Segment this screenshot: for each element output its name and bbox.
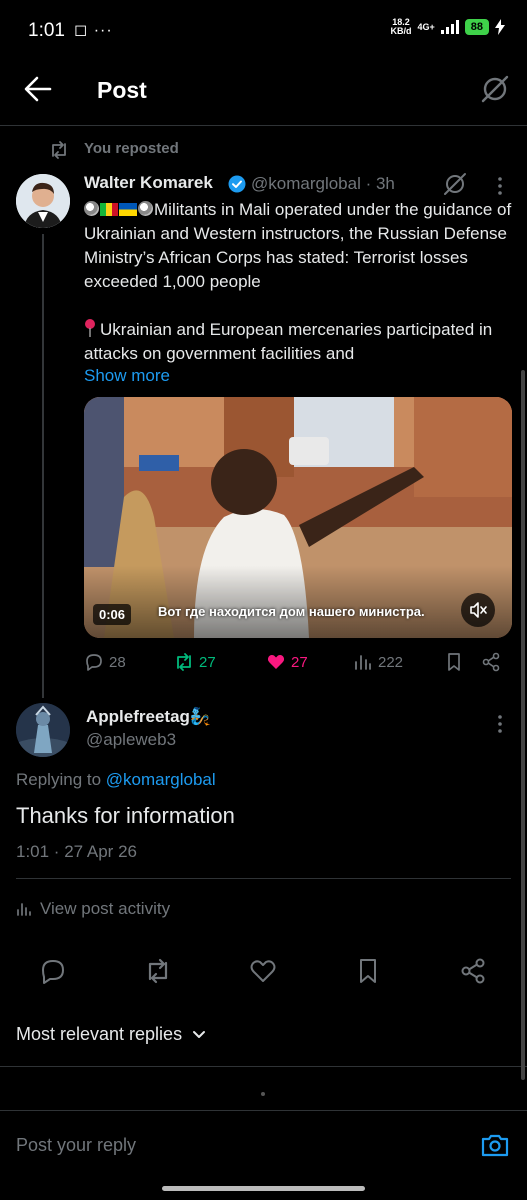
loading-dot — [261, 1092, 265, 1096]
tweet-paragraph-2: Ukrainian and European mercenaries parti… — [84, 319, 493, 363]
divider — [16, 878, 511, 879]
verified-badge-icon — [228, 175, 246, 193]
more-options-icon[interactable] — [492, 714, 508, 734]
charging-icon — [495, 19, 505, 35]
repost-label: You reposted — [84, 140, 179, 157]
bookmark-icon[interactable] — [444, 652, 464, 672]
repost-action[interactable]: 27 — [174, 652, 216, 672]
divider — [0, 1066, 527, 1067]
reply-action[interactable]: 28 — [84, 652, 126, 672]
reply-author-handle[interactable]: @apleweb3 — [86, 730, 176, 750]
home-indicator[interactable] — [162, 1186, 365, 1191]
chevron-down-icon — [193, 1030, 206, 1038]
heart-filled-icon — [267, 655, 285, 669]
sort-replies-dropdown[interactable]: Most relevant replies — [16, 1024, 206, 1045]
page-title: Post — [97, 77, 147, 103]
more-options-icon[interactable] — [492, 176, 508, 196]
repost-icon — [177, 653, 191, 671]
heart-icon[interactable] — [249, 957, 277, 985]
reply-author-avatar[interactable] — [16, 703, 70, 757]
reply-input[interactable] — [16, 1135, 456, 1156]
camera-icon[interactable] — [480, 1130, 510, 1160]
speaker-muted-icon — [470, 602, 487, 618]
like-action[interactable]: 27 — [266, 652, 308, 672]
repost-icon — [52, 141, 66, 159]
show-more-link[interactable]: Show more — [84, 366, 170, 386]
radio-button-emoji-icon — [84, 201, 99, 216]
battery-icon: 88 — [464, 19, 489, 35]
scrollbar[interactable] — [521, 370, 525, 1080]
round-pushpin-icon — [85, 319, 95, 337]
view-post-activity[interactable]: View post activity — [16, 899, 170, 919]
like-count: 27 — [291, 653, 308, 671]
divider — [0, 1110, 527, 1111]
reply-text: Thanks for information — [16, 803, 235, 828]
reply-count: 28 — [109, 653, 126, 671]
mali-flag-icon — [100, 203, 118, 216]
analytics-icon — [17, 903, 31, 916]
view-count: 222 — [378, 653, 404, 671]
replying-to-handle[interactable]: @komarglobal — [106, 770, 216, 789]
reply-icon[interactable] — [39, 957, 67, 985]
radio-button-emoji-icon — [138, 201, 153, 216]
status-time: 1:01 — [28, 20, 65, 41]
grok-icon[interactable] — [442, 171, 468, 197]
net-type: 4G+ — [417, 21, 435, 32]
notification-icons: ◻ ··· — [74, 22, 113, 39]
views-action[interactable]: 222 — [353, 652, 403, 672]
video-subtitle: Вот где находится дом нашего министра. — [158, 604, 425, 619]
share-icon[interactable] — [459, 957, 487, 985]
tweet-text: Militants in Mali operated under the gui… — [84, 198, 514, 366]
mute-button[interactable] — [461, 593, 495, 627]
analytics-icon — [355, 655, 371, 670]
repost-count: 27 — [199, 653, 216, 671]
replying-to: Replying to @komarglobal — [16, 770, 216, 789]
reply-timestamp[interactable]: 1:01 · 27 Apr 26 — [16, 842, 137, 862]
reply-author-name[interactable]: Applefreetag🧞 — [86, 707, 211, 727]
video-frame — [84, 397, 512, 638]
thread-line — [42, 234, 44, 698]
bookmark-icon[interactable] — [354, 957, 382, 985]
author-avatar[interactable] — [16, 174, 70, 228]
header-divider — [0, 125, 527, 126]
author-handle-time[interactable]: @komarglobal · 3h — [251, 174, 395, 194]
author-name[interactable]: Walter Komarek — [84, 173, 213, 193]
video-player[interactable] — [84, 397, 512, 638]
back-arrow-icon[interactable] — [24, 76, 52, 102]
signal-icon — [440, 20, 459, 34]
video-duration: 0:06 — [93, 604, 132, 625]
share-icon[interactable] — [481, 652, 501, 672]
status-right: 18.2 KB/d 4G+ 88 — [390, 18, 505, 36]
reply-icon — [86, 654, 102, 671]
ukraine-flag-icon — [119, 203, 137, 216]
grok-icon[interactable] — [480, 74, 510, 104]
tweet-paragraph-1: Militants in Mali operated under the gui… — [84, 200, 512, 291]
repost-icon[interactable] — [144, 957, 172, 985]
net-speed: 18.2 KB/d — [390, 17, 412, 36]
